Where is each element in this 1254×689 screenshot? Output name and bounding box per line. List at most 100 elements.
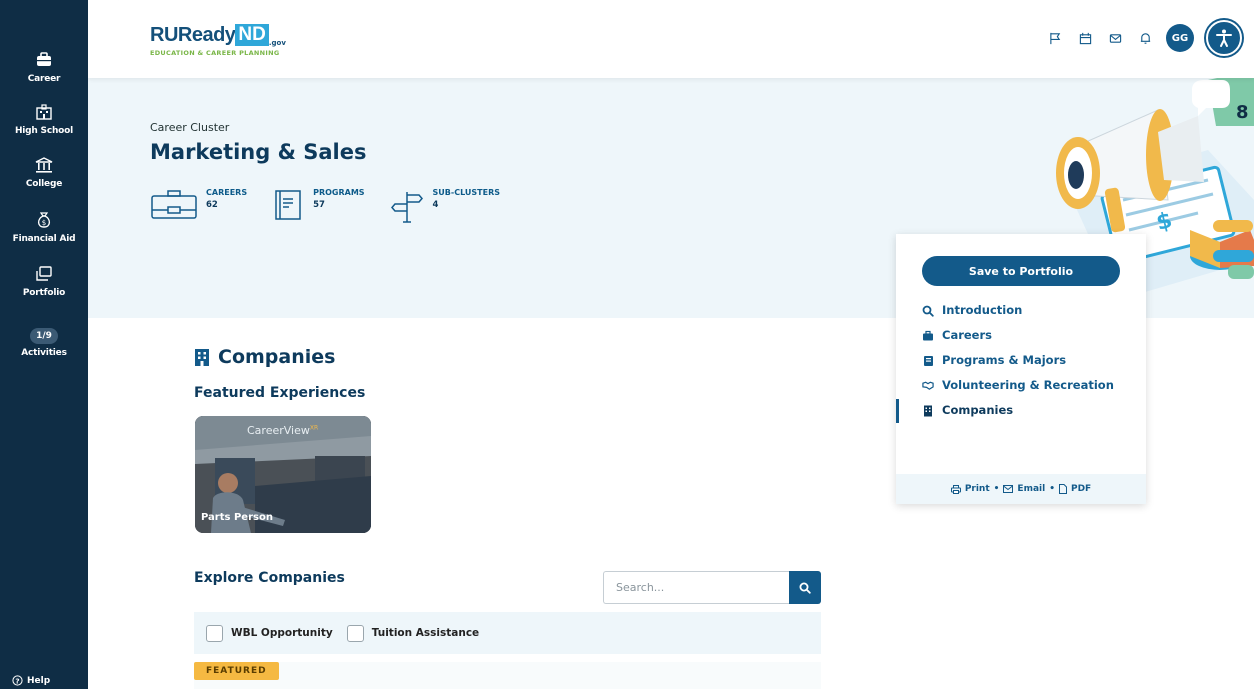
sidebar-item-label: College [25, 179, 63, 189]
sidebar-item-label: Career [27, 74, 61, 84]
briefcase-icon [37, 52, 51, 66]
calendar-icon [1079, 32, 1091, 44]
notifications-button[interactable] [1130, 18, 1160, 58]
help-label: Help [27, 675, 51, 686]
sidebar: Career High School College $ Financial A… [0, 0, 88, 689]
header-actions: GG [1040, 18, 1242, 58]
briefcase-icon [923, 330, 933, 340]
sidebar-item-label: High School [14, 126, 74, 136]
sidebar-item-high-school[interactable]: High School [0, 102, 88, 136]
main-panel: RUReady ND .gov EDUCATION & CAREER PLANNIN… [88, 0, 1254, 689]
sidebar-item-college[interactable]: College [0, 155, 88, 189]
stat-programs[interactable]: PROGRAMS 57 [271, 188, 365, 224]
logo-nd: ND [235, 24, 269, 46]
help-link[interactable]: ? Help [12, 675, 50, 686]
search-button[interactable] [789, 571, 821, 604]
checkbox[interactable] [206, 624, 223, 642]
filter-label: Tuition Assistance [371, 627, 480, 639]
cluster-stats: CAREERS 62 PROGRAMS 57 SUB-CLUSTERS 4 [150, 188, 500, 224]
sidebar-item-label: Activities [21, 348, 67, 358]
nav-item-companies[interactable]: Companies [896, 399, 1146, 423]
stat-label: CAREERS [206, 188, 248, 197]
mail-icon [1109, 33, 1121, 43]
share-actions: Print • Email • PDF [896, 474, 1146, 504]
logo-tagline: EDUCATION & CAREER PLANNING [150, 49, 280, 57]
nav-item-careers[interactable]: Careers [896, 329, 1146, 342]
page-nav-list: Introduction Careers Programs & Majors V… [896, 304, 1146, 429]
page-nav-card: Save to Portfolio Introduction Careers P… [896, 234, 1146, 504]
book-icon [923, 355, 933, 366]
explore-heading: Explore Companies [194, 570, 345, 586]
nav-item-label: Volunteering & Recreation [942, 378, 1114, 392]
card-brand-text: CareerView [247, 424, 310, 437]
sidebar-item-financial-aid[interactable]: $ Financial Aid [0, 210, 88, 244]
building-icon [924, 405, 932, 416]
handshake-icon [922, 381, 934, 390]
flag-icon [1049, 32, 1060, 44]
flag-button[interactable] [1040, 18, 1070, 58]
sidebar-item-career[interactable]: Career [0, 50, 88, 84]
cluster-kicker: Career Cluster [150, 121, 230, 134]
filter-wbl-opportunity[interactable]: WBL Opportunity [206, 624, 333, 642]
featured-experience-card[interactable]: CareerViewXR Parts Person [195, 416, 371, 533]
nav-item-label: Programs & Majors [942, 353, 1067, 367]
stat-careers[interactable]: CAREERS 62 [150, 188, 247, 224]
nav-item-label: Careers [942, 328, 992, 342]
nav-item-introduction[interactable]: Introduction [896, 304, 1146, 317]
search-input[interactable] [603, 571, 789, 604]
sidebar-item-activities[interactable]: 1/9 Activities [0, 323, 88, 358]
mail-button[interactable] [1100, 18, 1130, 58]
college-icon [35, 157, 53, 173]
sidebar-item-portfolio[interactable]: Portfolio [0, 264, 88, 298]
filter-bar: WBL Opportunity Tuition Assistance [194, 612, 821, 654]
accessibility-icon [1216, 29, 1232, 47]
filter-label: WBL Opportunity [231, 627, 333, 639]
briefcase-outline-icon [151, 190, 197, 219]
signpost-icon [390, 192, 423, 223]
portfolio-icon [36, 266, 52, 281]
svg-text:8: 8 [1236, 102, 1249, 123]
separator: • [993, 484, 1000, 494]
stat-value: 4 [432, 200, 439, 210]
company-search [603, 571, 821, 604]
mail-icon [1003, 485, 1014, 493]
logo-wordmark: RUReady [150, 24, 236, 46]
accessibility-button[interactable] [1206, 20, 1242, 56]
card-brand: CareerViewXR [247, 424, 318, 437]
print-link[interactable]: Print [965, 484, 990, 494]
search-icon [922, 305, 934, 317]
stat-sub-clusters[interactable]: SUB-CLUSTERS 4 [389, 188, 500, 224]
filter-tuition-assistance[interactable]: Tuition Assistance [346, 624, 480, 642]
help-icon: ? [12, 675, 23, 686]
separator: • [1049, 484, 1055, 494]
activities-badge: 1/9 [30, 328, 58, 344]
book-outline-icon [275, 190, 301, 220]
nav-item-volunteering[interactable]: Volunteering & Recreation [896, 379, 1146, 392]
checkbox[interactable] [346, 624, 364, 642]
logo-gov: .gov [268, 39, 286, 47]
user-avatar[interactable]: GG [1166, 24, 1194, 52]
calendar-button[interactable] [1070, 18, 1100, 58]
search-icon [799, 582, 811, 594]
save-to-portfolio-button[interactable]: Save to Portfolio [922, 256, 1120, 286]
svg-text:?: ? [15, 676, 19, 685]
nav-item-programs-majors[interactable]: Programs & Majors [896, 354, 1146, 367]
top-bar: RUReady ND .gov EDUCATION & CAREER PLANNIN… [88, 0, 1254, 78]
pdf-link[interactable]: PDF [1071, 484, 1091, 494]
company-row[interactable] [194, 662, 821, 689]
stat-label: SUB-CLUSTERS [432, 188, 501, 197]
nav-item-label: Companies [942, 403, 1014, 417]
featured-badge: FEATURED [194, 662, 279, 680]
featured-heading: Featured Experiences [194, 385, 366, 401]
pdf-icon [1058, 484, 1067, 494]
stat-value: 57 [313, 200, 325, 210]
sidebar-item-label: Portfolio [22, 288, 66, 298]
building-icon [195, 348, 209, 366]
email-link[interactable]: Email [1017, 484, 1045, 494]
sidebar-item-label: Financial Aid [12, 234, 76, 244]
nav-item-label: Introduction [942, 303, 1023, 317]
site-logo[interactable]: RUReady ND .gov EDUCATION & CAREER PLANNIN… [150, 24, 286, 57]
page-title: Marketing & Sales [150, 140, 367, 164]
stat-value: 62 [206, 200, 218, 210]
card-caption: Parts Person [201, 512, 273, 523]
